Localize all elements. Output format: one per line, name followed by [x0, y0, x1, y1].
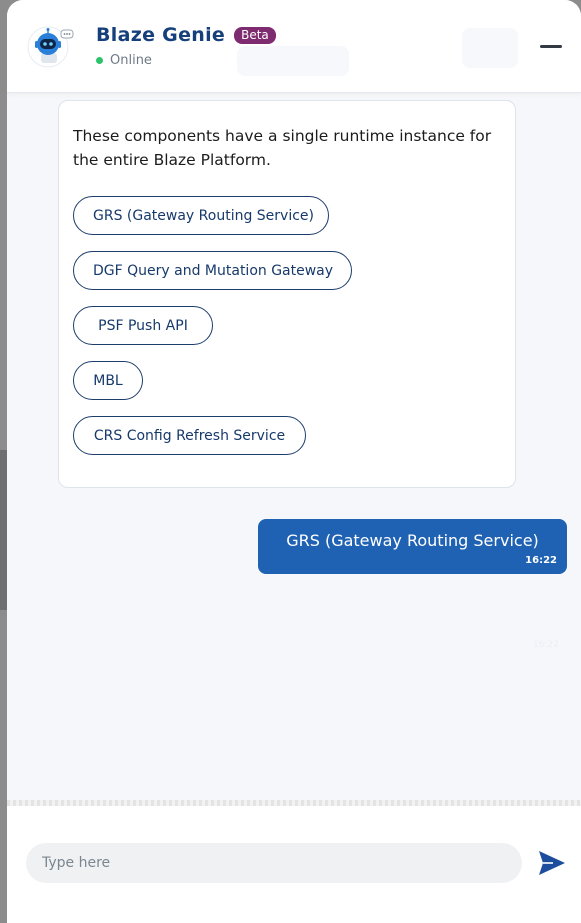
header-placeholder-button: [462, 28, 518, 68]
status-text: Online: [110, 53, 152, 68]
option-button-crs[interactable]: CRS Config Refresh Service: [73, 416, 306, 455]
faint-timestamp: 16:22: [533, 640, 559, 650]
user-message-time: 16:22: [525, 555, 557, 566]
bot-message-card: These components have a single runtime i…: [58, 100, 516, 488]
beta-badge: Beta: [234, 26, 276, 44]
header-placeholder-pill: [237, 46, 349, 76]
background-overlay: [0, 450, 7, 610]
option-button-grs[interactable]: GRS (Gateway Routing Service): [73, 196, 329, 235]
robot-icon: [27, 26, 75, 68]
title-row: Blaze Genie Beta: [96, 24, 276, 46]
status-row: Online: [96, 53, 152, 68]
chat-window: Blaze Genie Beta Online These components…: [7, 0, 581, 923]
option-button-dgf[interactable]: DGF Query and Mutation Gateway: [73, 251, 352, 290]
composer-area: [7, 806, 581, 923]
bot-name: Blaze Genie: [96, 24, 226, 46]
user-message-bubble: GRS (Gateway Routing Service) 16:22: [258, 519, 567, 574]
online-status-dot: [96, 57, 103, 64]
bot-message-text: These components have a single runtime i…: [73, 127, 492, 169]
message-input-wrapper: [26, 843, 522, 883]
send-icon: [539, 851, 565, 875]
option-button-mbl[interactable]: MBL: [73, 361, 143, 400]
minimize-button[interactable]: [537, 36, 565, 60]
send-button[interactable]: [536, 848, 568, 878]
option-button-psf[interactable]: PSF Push API: [73, 306, 213, 345]
message-input[interactable]: [26, 843, 522, 883]
user-message-text: GRS (Gateway Routing Service): [286, 531, 539, 550]
minimize-icon: [540, 45, 562, 48]
chat-header: Blaze Genie Beta Online: [7, 0, 581, 93]
